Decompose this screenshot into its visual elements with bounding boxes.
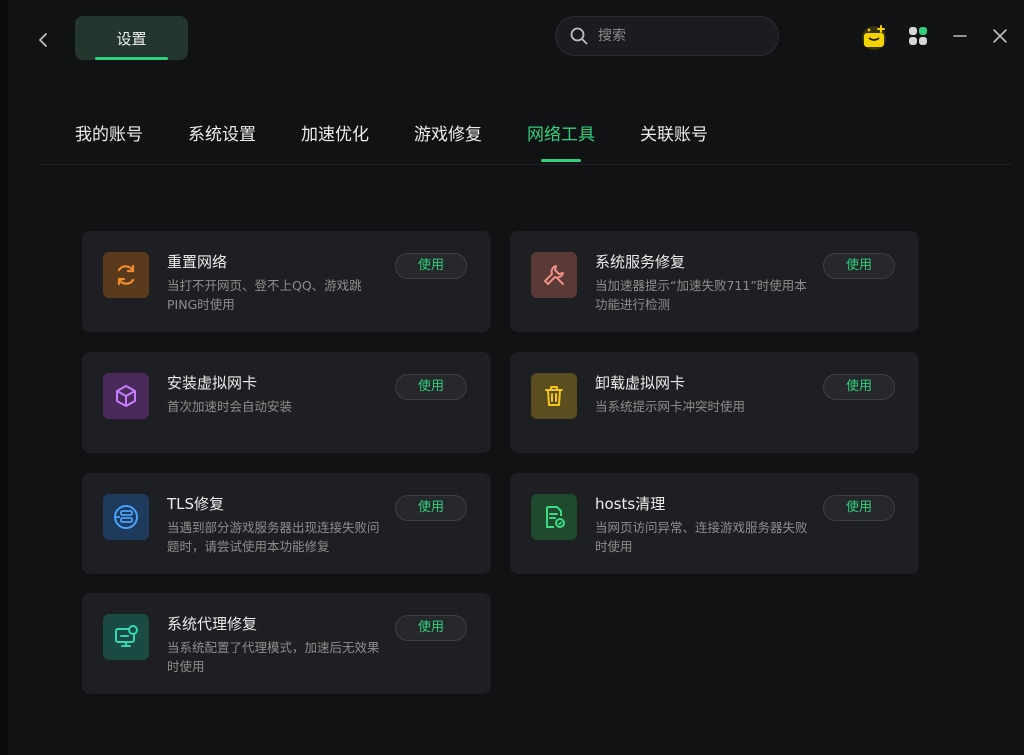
tab-game-repair[interactable]: 游戏修复 [414,112,482,162]
tab-system-settings[interactable]: 系统设置 [188,112,256,162]
tool-description: 当系统提示网卡冲突时使用 [595,399,746,414]
tab-network-tools[interactable]: 网络工具 [527,112,595,162]
apps-button[interactable] [908,26,928,46]
tool-name: 重置网络 [167,253,228,271]
tab-acceleration[interactable]: 加速优化 [301,112,369,162]
use-button[interactable]: 使用 [395,374,467,400]
close-icon [993,29,1007,43]
chevron-left-icon [39,33,47,47]
tool-name: 安装虚拟网卡 [167,374,258,392]
use-button[interactable]: 使用 [395,495,467,521]
tool-description: 当遇到部分游戏服务器出现连接失败问题时，请尝试使用本功能修复 [167,520,380,554]
monitor-proxy-icon [103,614,149,660]
use-button[interactable]: 使用 [395,253,467,279]
file-clean-icon [531,494,577,540]
settings-tabs: 我的账号 系统设置 加速优化 游戏修复 网络工具 关联账号 [75,112,753,162]
gift-box-icon [862,25,886,50]
tab-divider [40,164,1012,165]
tool-card-uninstall-virtual-nic: 卸载虚拟网卡 当系统提示网卡冲突时使用 使用 [510,352,919,453]
search-input[interactable] [596,27,760,45]
tool-card-install-virtual-nic: 安装虚拟网卡 首次加速时会自动安装 使用 [82,352,491,453]
tls-server-icon [103,494,149,540]
tool-card-system-service-repair: 系统服务修复 当加速器提示“加速失败711”时使用本功能进行检测 使用 [510,231,919,332]
page-title: 设置 [116,29,147,48]
cube-icon [103,373,149,419]
use-button[interactable]: 使用 [823,374,895,400]
tool-name: 系统服务修复 [595,253,686,271]
tool-description: 当打不开网页、登不上QQ、游戏跳PING时使用 [167,278,362,312]
tool-description: 当网页访问异常、连接游戏服务器失败时使用 [595,520,808,554]
tool-card-tls-repair: TLS修复 当遇到部分游戏服务器出现连接失败问题时，请尝试使用本功能修复 使用 [82,473,491,574]
search-icon [570,27,588,45]
tool-description: 首次加速时会自动安装 [167,399,293,414]
tool-card-system-proxy-repair: 系统代理修复 当系统配置了代理模式，加速后无效果时使用 使用 [82,593,491,694]
tool-description: 当系统配置了代理模式，加速后无效果时使用 [167,640,380,674]
search-box[interactable] [555,16,779,56]
tab-my-account[interactable]: 我的账号 [75,112,143,162]
refresh-icon [103,252,149,298]
tool-card-hosts-clean: hosts清理 当网页访问异常、连接游戏服务器失败时使用 使用 [510,473,919,574]
use-button[interactable]: 使用 [395,615,467,641]
wrench-icon [531,252,577,298]
tab-linked-accounts[interactable]: 关联账号 [640,112,708,162]
tool-description: 当加速器提示“加速失败711”时使用本功能进行检测 [595,278,807,312]
tool-name: 卸载虚拟网卡 [595,374,686,392]
trash-icon [531,373,577,419]
use-button[interactable]: 使用 [823,253,895,279]
back-button[interactable] [32,28,54,52]
close-button[interactable] [990,26,1010,46]
tool-name: TLS修复 [167,495,225,513]
left-edge-bar [0,0,8,755]
use-button[interactable]: 使用 [823,495,895,521]
apps-grid-icon [909,27,927,45]
tool-name: 系统代理修复 [167,615,258,633]
settings-title-tab[interactable]: 设置 [75,16,188,60]
gift-box-button[interactable] [860,24,888,50]
tool-name: hosts清理 [595,495,666,513]
minimize-button[interactable] [950,26,970,46]
tool-card-reset-network: 重置网络 当打不开网页、登不上QQ、游戏跳PING时使用 使用 [82,231,491,332]
minimize-icon [953,35,967,37]
